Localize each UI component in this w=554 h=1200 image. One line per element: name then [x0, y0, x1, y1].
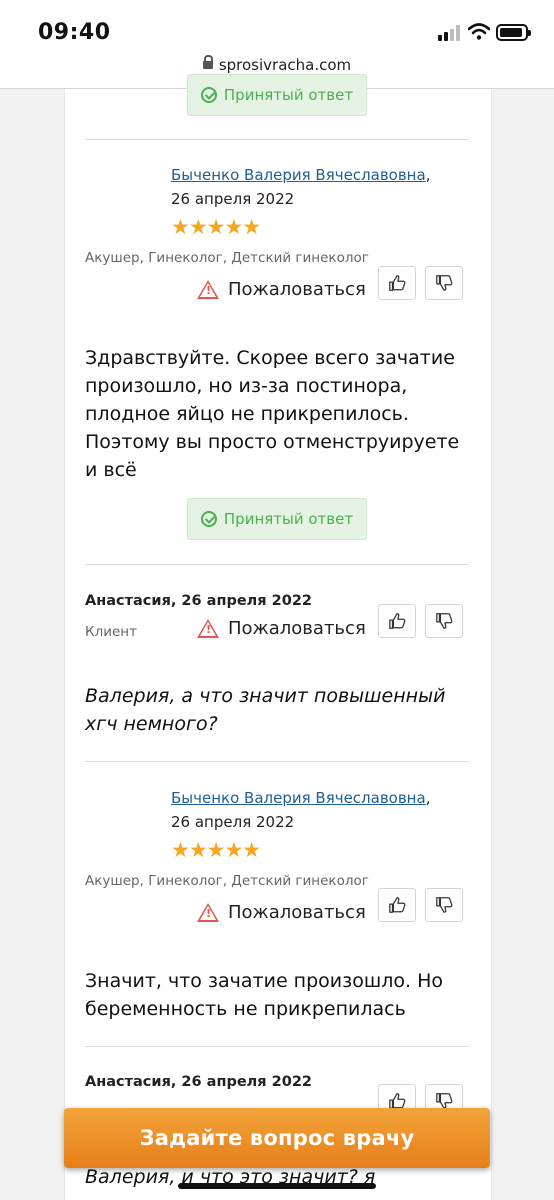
- doctor-specialty: Акушер, Гинеколог, Детский гинеколог: [85, 250, 369, 266]
- complain-button[interactable]: Пожаловаться: [197, 902, 366, 923]
- complain-button[interactable]: Пожаловаться: [197, 618, 366, 639]
- like-button[interactable]: [378, 604, 416, 638]
- thumbs-up-icon: [389, 613, 406, 629]
- thumbs-up-icon: [389, 275, 406, 291]
- url-text: sprosivracha.com: [218, 56, 352, 74]
- dislike-button[interactable]: [425, 888, 463, 922]
- warning-icon: [197, 903, 219, 922]
- like-button[interactable]: [378, 888, 416, 922]
- client-author: Анастасия, 26 апреля 2022: [85, 593, 313, 609]
- doctor-name-link[interactable]: Быченко Валерия Вячеславовна,: [171, 789, 430, 807]
- like-button[interactable]: [378, 266, 416, 300]
- rating-stars: ★★★★★: [171, 215, 261, 239]
- accepted-answer-badge: Принятый ответ: [187, 74, 367, 116]
- answer-text: Здравствуйте. Скорее всего зачатие произ…: [85, 347, 460, 481]
- divider: [85, 761, 469, 762]
- battery-icon: [496, 24, 531, 41]
- thumbs-up-icon: [389, 897, 406, 913]
- question-text: Валерия, а что значит повышенный хгч нем…: [85, 685, 446, 735]
- answer-text: Значит, что зачатие произошло. Но береме…: [85, 970, 444, 1020]
- cellular-signal-icon: [438, 25, 460, 41]
- home-indicator: [178, 1183, 376, 1189]
- warning-icon: [197, 619, 219, 638]
- lock-icon: [202, 55, 213, 69]
- message-date: 26 апреля 2022: [171, 190, 295, 208]
- divider: [85, 139, 469, 140]
- dislike-button[interactable]: [425, 604, 463, 638]
- client-role: Клиент: [85, 624, 137, 640]
- message-date: 26 апреля 2022: [171, 813, 295, 831]
- thumbs-down-icon: [436, 897, 453, 913]
- thumbs-down-icon: [436, 275, 453, 291]
- divider: [85, 564, 469, 565]
- ask-doctor-button[interactable]: Задайте вопрос врачу: [64, 1108, 490, 1168]
- client-author: Анастасия, 26 апреля 2022: [85, 1074, 313, 1090]
- doctor-specialty: Акушер, Гинеколог, Детский гинеколог: [85, 873, 369, 889]
- check-circle-icon: [200, 511, 217, 527]
- warning-icon: [197, 280, 219, 299]
- dislike-button[interactable]: [425, 266, 463, 300]
- complain-button[interactable]: Пожаловаться: [197, 279, 366, 300]
- address-bar[interactable]: sprosivracha.com: [0, 55, 554, 74]
- status-time: 09:40: [38, 20, 111, 45]
- rating-stars: ★★★★★: [171, 838, 261, 862]
- doctor-name-link[interactable]: Быченко Валерия Вячеславовна,: [171, 166, 430, 184]
- thumbs-down-icon: [436, 613, 453, 629]
- wifi-icon: [468, 23, 490, 40]
- check-circle-icon: [200, 87, 217, 103]
- accepted-answer-badge: Принятый ответ: [187, 498, 367, 540]
- divider: [85, 1046, 469, 1047]
